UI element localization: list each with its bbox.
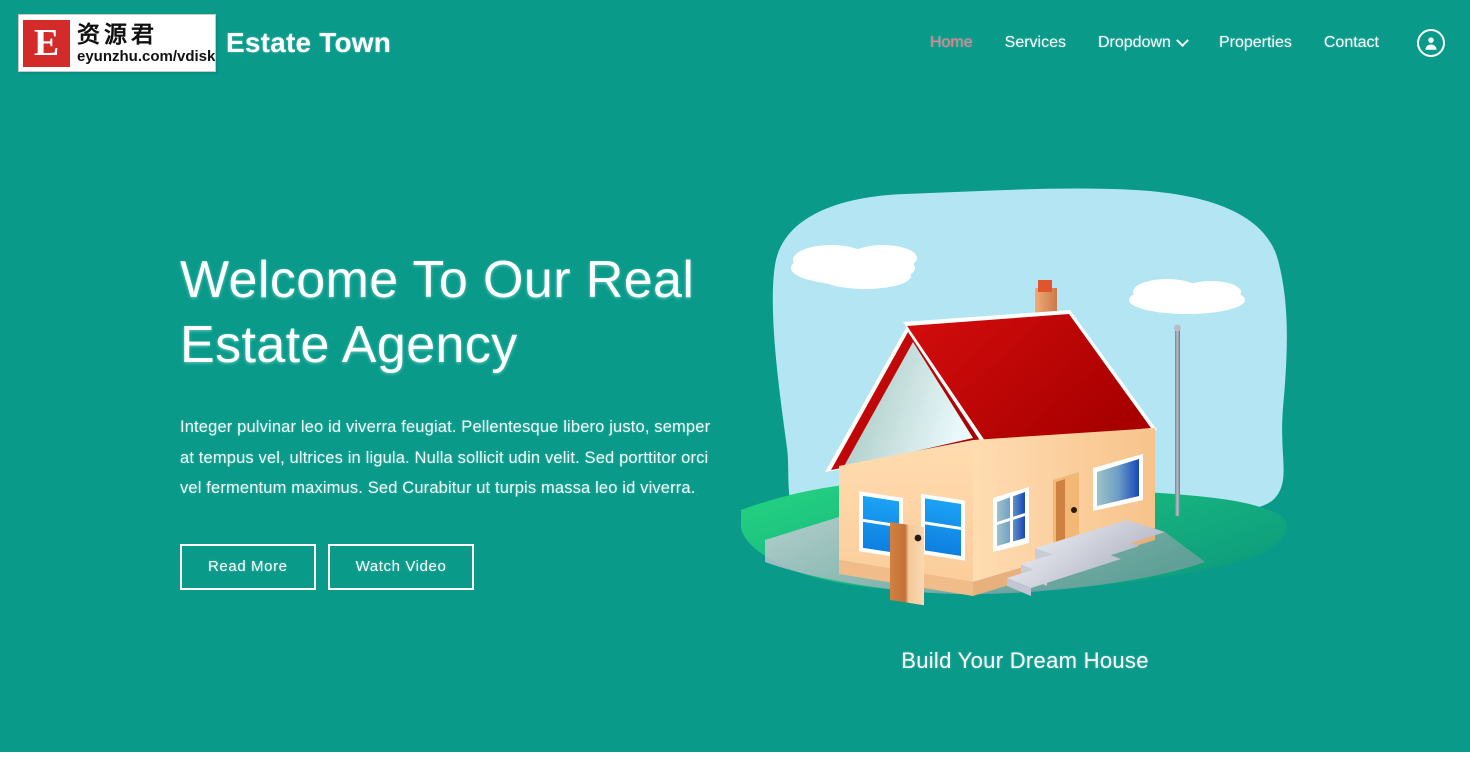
- watermark-logo: E 资源君 eyunzhu.com/vdisk: [18, 14, 216, 72]
- hero-section: E 资源君 eyunzhu.com/vdisk Estate Town Home…: [0, 0, 1470, 752]
- hero-copy: Welcome To Our Real Estate Agency Intege…: [180, 248, 725, 590]
- brand-title: Estate Town: [226, 27, 392, 58]
- side-window-near: [993, 487, 1029, 552]
- nav-item-properties-label: Properties: [1218, 34, 1292, 51]
- read-more-button[interactable]: Read More: [180, 543, 316, 590]
- watermark-text-wrap: 资源君 eyunzhu.com/vdisk: [77, 23, 215, 64]
- page-root: E 资源君 eyunzhu.com/vdisk Estate Town Home…: [0, 0, 1470, 780]
- main-navigation: Home Services Dropdown Properties Contac…: [914, 28, 1445, 58]
- nav-item-home-label: Home: [929, 34, 973, 51]
- nav-item-services[interactable]: Services: [989, 28, 1082, 58]
- nav-item-services-label: Services: [1004, 34, 1066, 51]
- chevron-down-icon: [1176, 33, 1189, 47]
- page-bottom-strip: [0, 752, 1470, 780]
- watch-video-button[interactable]: Watch Video: [327, 543, 475, 590]
- user-circle-icon[interactable]: [1417, 29, 1445, 57]
- page-title: Welcome To Our Real Estate Agency: [180, 251, 695, 374]
- watermark-url-text: eyunzhu.com/vdisk: [77, 47, 216, 65]
- nav-item-contact-label: Contact: [1323, 34, 1379, 51]
- nav-item-home[interactable]: Home: [914, 28, 989, 58]
- nav-item-contact[interactable]: Contact: [1308, 28, 1395, 58]
- watermark-cn-text: 资源君: [77, 21, 158, 47]
- nav-item-properties[interactable]: Properties: [1203, 28, 1308, 58]
- front-window-right: [921, 493, 965, 561]
- front-door: [890, 521, 924, 606]
- nav-item-dropdown[interactable]: Dropdown: [1082, 28, 1203, 58]
- brand[interactable]: E 资源君 eyunzhu.com/vdisk Estate Town: [18, 14, 391, 72]
- hero-illustration-block: Build Your Dream House: [735, 180, 1325, 674]
- hero-paragraph: Integer pulvinar leo id viverra feugiat.…: [180, 418, 711, 497]
- nav-item-dropdown-label: Dropdown: [1098, 34, 1171, 51]
- site-header: E 资源君 eyunzhu.com/vdisk Estate Town Home…: [0, 0, 1470, 86]
- watermark-letter-text: E: [33, 22, 60, 64]
- illustration-caption: Build Your Dream House: [901, 648, 1149, 673]
- house-illustration: [741, 188, 1287, 606]
- flag-pole: [1175, 328, 1180, 516]
- cloud-right: [1129, 279, 1245, 314]
- hero-button-group: Read More Watch Video: [180, 543, 725, 590]
- watermark-letter-icon: E: [23, 19, 70, 67]
